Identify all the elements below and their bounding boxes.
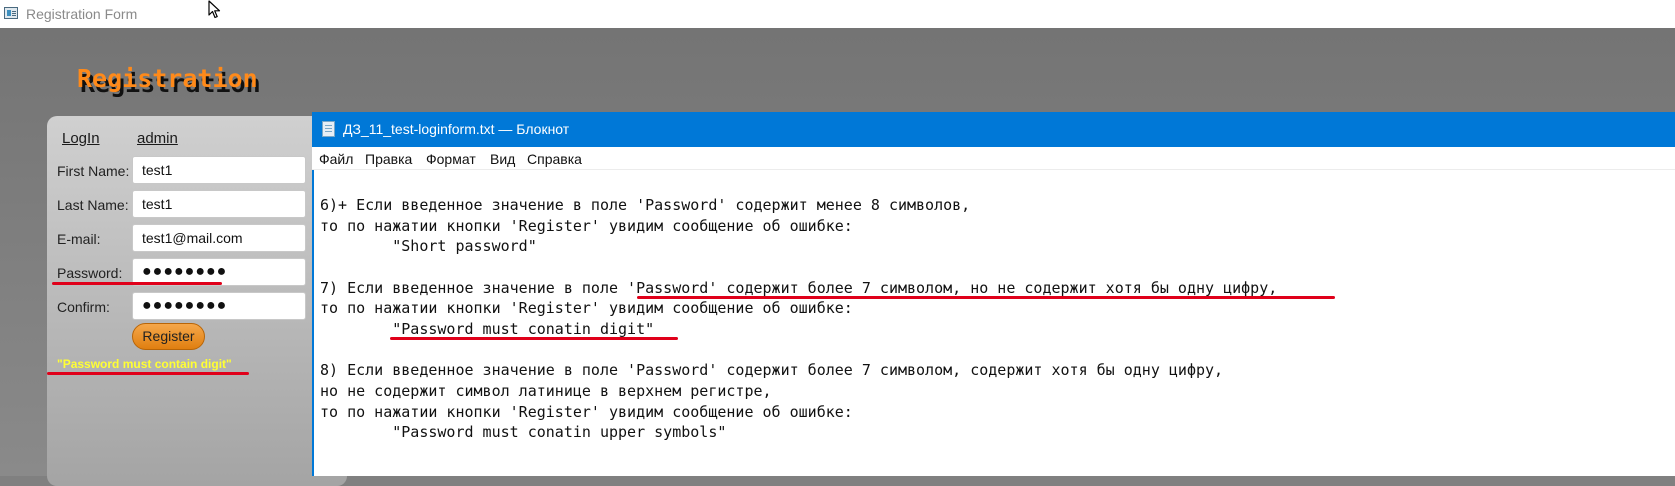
notepad-window-title: ДЗ_11_test-loginform.txt — Блокнот xyxy=(343,121,570,137)
text-line: то по нажатии кнопки 'Register' увидим с… xyxy=(320,403,853,421)
annotation-underline-message xyxy=(390,337,678,340)
annotation-underline-error xyxy=(47,372,249,375)
text-line: то по нажатии кнопки 'Register' увидим с… xyxy=(320,217,853,235)
register-button[interactable]: Register xyxy=(132,323,205,350)
app-window-icon xyxy=(4,7,18,19)
confirm-password-field[interactable]: ●●●●●●●● xyxy=(132,292,306,320)
page-title: Registration xyxy=(77,64,258,93)
confirm-label: Confirm: xyxy=(57,299,110,315)
email-field[interactable]: test1@mail.com xyxy=(132,224,306,252)
annotation-underline-password xyxy=(52,282,222,285)
menu-edit[interactable]: Правка xyxy=(365,151,412,167)
error-message: "Password must contain digit" xyxy=(57,357,232,371)
first-name-label: First Name: xyxy=(57,163,130,179)
first-name-field[interactable]: test1 xyxy=(132,156,306,184)
notepad-menu-bar xyxy=(312,147,1675,170)
login-link[interactable]: LogIn xyxy=(62,130,100,147)
mouse-cursor-icon xyxy=(208,0,221,19)
annotation-underline-rule xyxy=(637,296,1335,299)
text-line: "Password must conatin upper symbols" xyxy=(320,423,727,441)
last-name-field[interactable]: test1 xyxy=(132,190,306,218)
registration-title-bar: Registration Form xyxy=(0,0,1675,28)
notepad-file-icon xyxy=(322,121,335,137)
menu-help[interactable]: Справка xyxy=(527,151,582,167)
password-label: Password: xyxy=(57,265,123,281)
text-line: то по нажатии кнопки 'Register' увидим с… xyxy=(320,299,853,317)
menu-file[interactable]: Файл xyxy=(319,151,353,167)
window-title: Registration Form xyxy=(26,6,138,22)
email-label: E-mail: xyxy=(57,231,101,247)
text-line: "Short password" xyxy=(320,237,537,255)
last-name-label: Last Name: xyxy=(57,197,129,213)
menu-format[interactable]: Формат xyxy=(426,151,476,167)
text-line: "Password must conatin digit" xyxy=(320,320,655,338)
text-line: но не содержит символ латинице в верхнем… xyxy=(320,382,772,400)
admin-link[interactable]: admin xyxy=(137,130,178,147)
text-line: 6)+ Если введенное значение в поле 'Pass… xyxy=(320,196,971,214)
text-line: 7) Если введенное значение в поле 'Passw… xyxy=(320,279,1278,297)
menu-view[interactable]: Вид xyxy=(490,151,515,167)
text-line: 8) Если введенное значение в поле 'Passw… xyxy=(320,361,1224,379)
